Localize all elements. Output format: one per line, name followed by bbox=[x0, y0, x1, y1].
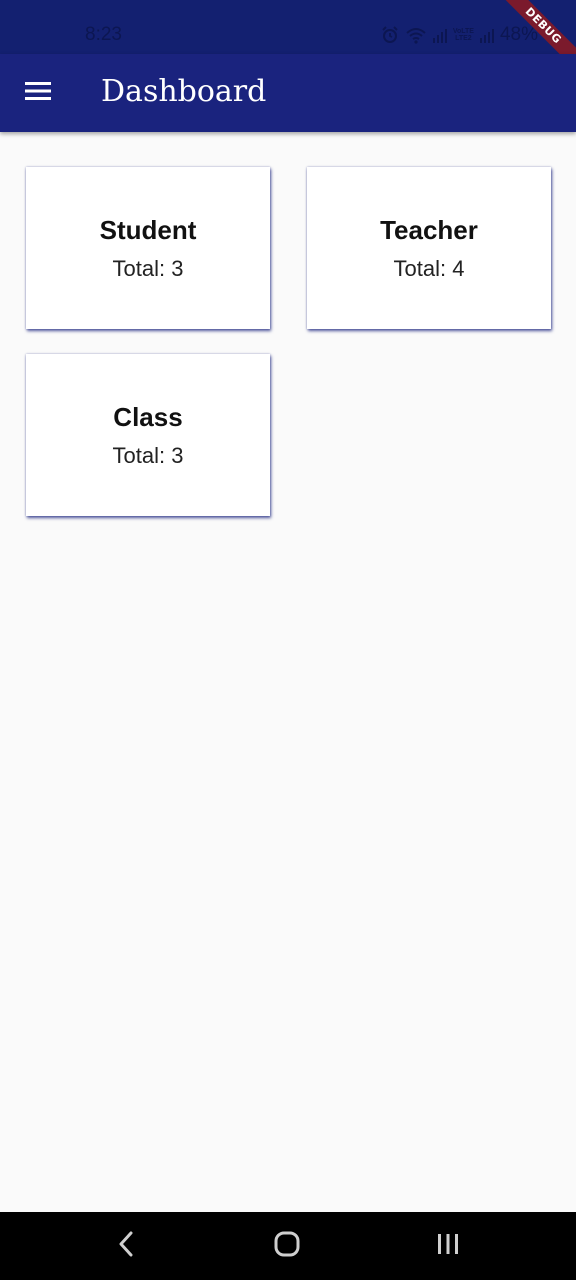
recent-apps-button[interactable] bbox=[428, 1230, 468, 1262]
volte-icon: VoLTE LTE2 bbox=[453, 28, 474, 42]
screen: 8:23 VoLTE LTE2 48% DEBUG Dashboard Stud… bbox=[0, 0, 576, 1280]
card-total: Total: 3 bbox=[112, 255, 184, 281]
home-icon bbox=[274, 1231, 300, 1262]
back-button[interactable] bbox=[106, 1230, 146, 1262]
page-title: Dashboard bbox=[101, 74, 267, 109]
card-total: Total: 3 bbox=[112, 442, 184, 468]
wifi-icon bbox=[405, 26, 427, 44]
student-card[interactable]: Student Total: 3 bbox=[26, 167, 270, 329]
card-title: Class bbox=[113, 401, 183, 432]
class-card[interactable]: Class Total: 3 bbox=[26, 354, 270, 516]
lte-label: LTE2 bbox=[455, 35, 472, 42]
signal-icon-1 bbox=[432, 27, 447, 43]
status-bar: 8:23 VoLTE LTE2 48% DEBUG bbox=[0, 0, 576, 78]
alarm-icon bbox=[381, 26, 399, 44]
signal-icon-2 bbox=[479, 27, 494, 43]
card-title: Student bbox=[99, 214, 197, 245]
teacher-card[interactable]: Teacher Total: 4 bbox=[307, 167, 551, 329]
status-icons: VoLTE LTE2 48% bbox=[381, 24, 538, 46]
system-nav-bar bbox=[0, 1212, 576, 1280]
status-time: 8:23 bbox=[85, 24, 122, 45]
card-total: Total: 4 bbox=[393, 255, 465, 281]
volte-label: VoLTE bbox=[452, 28, 474, 35]
app-bar: Dashboard bbox=[0, 54, 576, 132]
hamburger-menu-icon bbox=[25, 81, 51, 106]
recent-apps-icon bbox=[436, 1232, 460, 1261]
home-button[interactable] bbox=[267, 1230, 307, 1262]
menu-button[interactable] bbox=[16, 73, 60, 113]
back-chevron-icon bbox=[118, 1231, 134, 1262]
card-title: Teacher bbox=[380, 214, 478, 245]
